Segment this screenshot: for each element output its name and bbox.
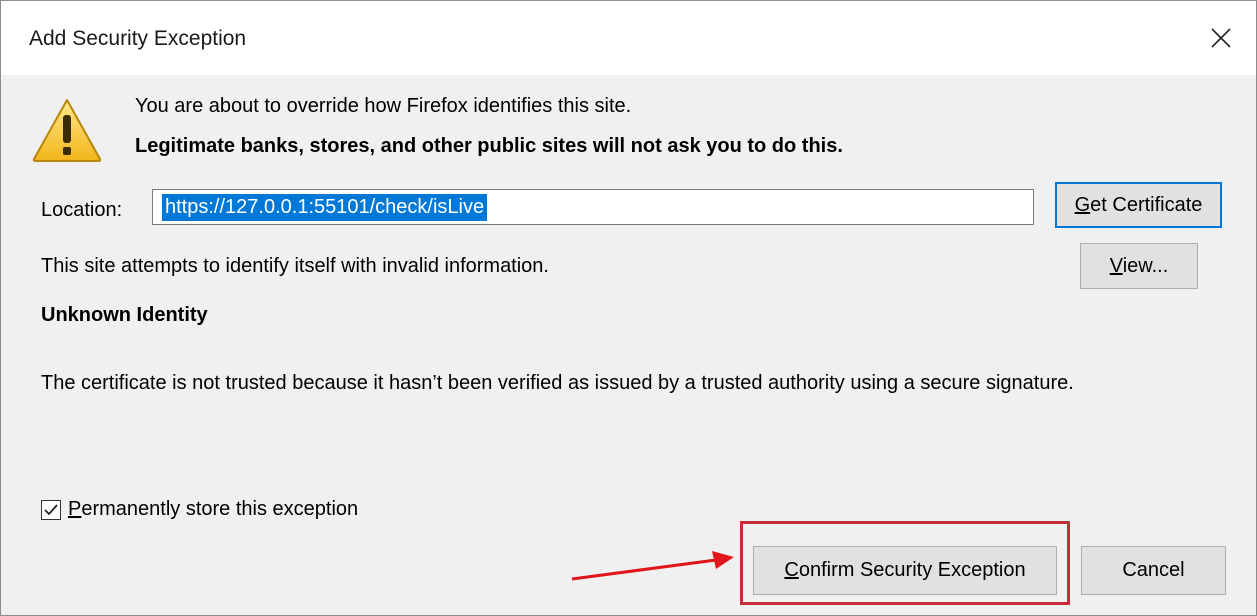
permanent-label[interactable]: Permanently store this exception: [68, 498, 358, 521]
red-arrow-icon: [571, 551, 734, 581]
close-button[interactable]: [1197, 13, 1247, 63]
warning-icon: [32, 99, 102, 162]
view-button[interactable]: View...: [1080, 243, 1198, 289]
location-label: Location:: [41, 199, 123, 221]
identity-heading: Unknown Identity: [41, 304, 208, 326]
identity-status-text: This site attempts to identify itself wi…: [41, 255, 549, 277]
warning-message: You are about to override how Firefox id…: [135, 95, 632, 117]
checkmark-icon: [44, 504, 58, 516]
dialog-title: Add Security Exception: [29, 27, 247, 50]
cancel-label: Cancel: [1122, 559, 1185, 581]
view-label: View...: [1109, 255, 1169, 277]
title-bar: Add Security Exception: [1, 1, 1256, 75]
certificate-explanation: The certificate is not trusted because i…: [41, 372, 1074, 394]
permanent-checkbox[interactable]: [41, 500, 61, 520]
get-certificate-button[interactable]: Get Certificate: [1055, 182, 1222, 228]
get-certificate-label: Get Certificate: [1074, 194, 1203, 216]
close-icon: [1211, 28, 1231, 48]
cancel-button[interactable]: Cancel: [1081, 546, 1226, 595]
location-input[interactable]: https://127.0.0.1:55101/check/isLive: [152, 189, 1034, 225]
location-value: https://127.0.0.1:55101/check/isLive: [162, 194, 488, 221]
highlight-box: [740, 521, 1070, 605]
warning-emphasis: Legitimate banks, stores, and other publ…: [135, 135, 843, 157]
